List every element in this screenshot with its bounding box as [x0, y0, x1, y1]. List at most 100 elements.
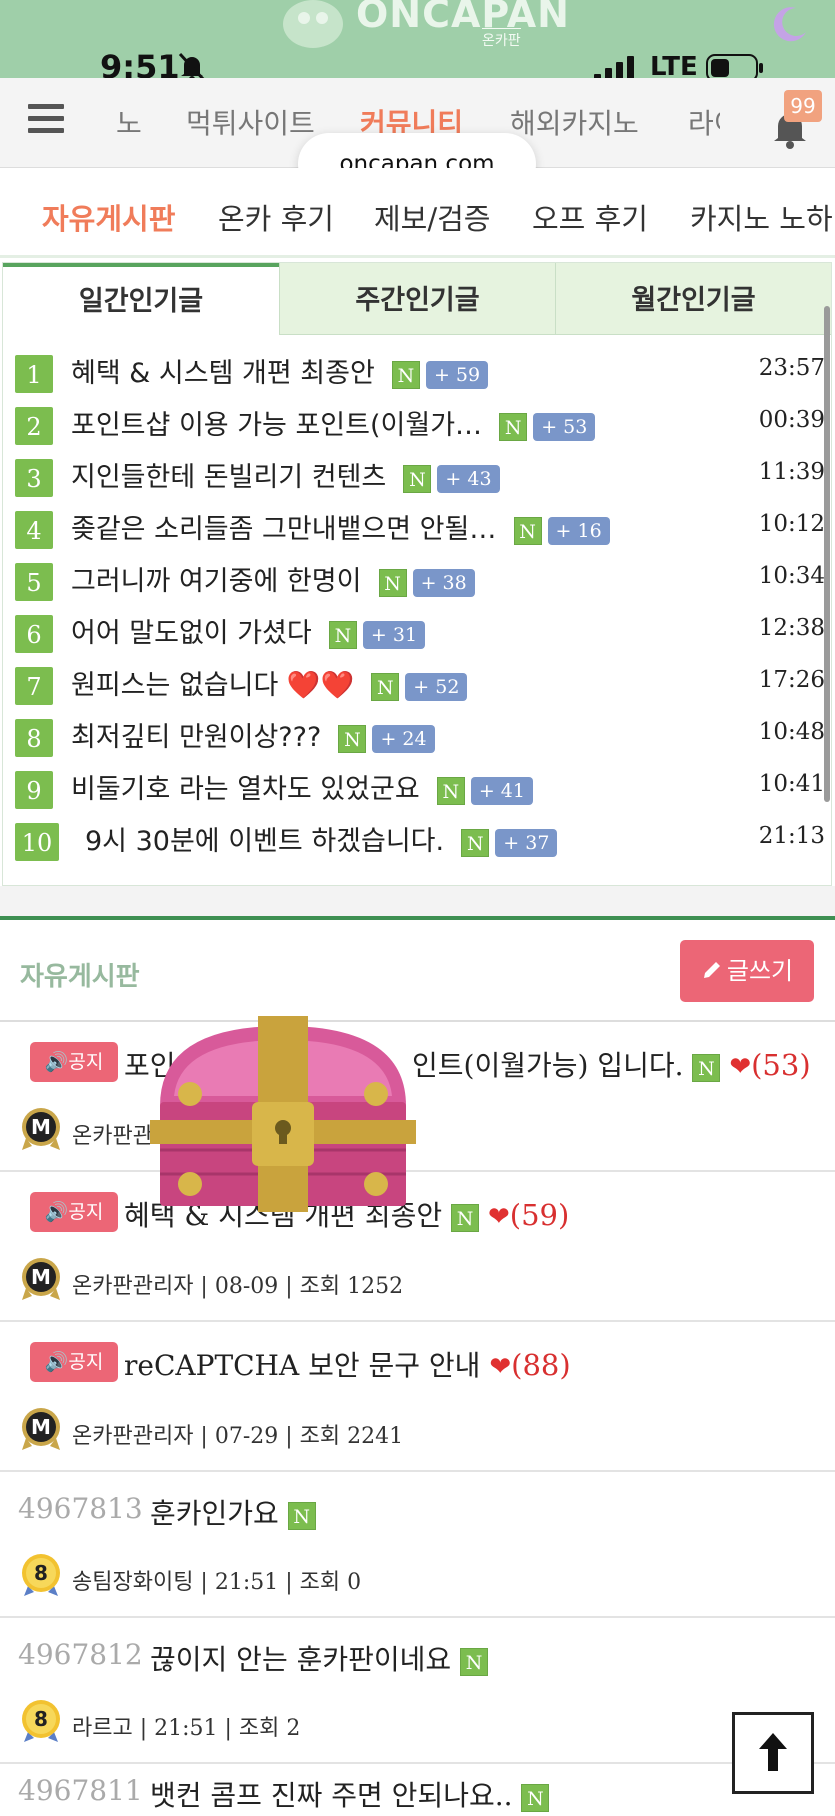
post-id: 4967811 [18, 1774, 143, 1807]
post-title-rest: 인트(이월가능) 입니다. N ❤(53) [412, 1048, 811, 1082]
moon-icon[interactable] [770, 4, 810, 44]
tab-daily-popular[interactable]: 일간인기글 [3, 263, 279, 335]
rank-badge: 10 [15, 823, 59, 861]
list-post[interactable]: 4967813 훈카인가요 N 8 송팀장화이팅 | 21:51 | 조회 0 [0, 1472, 835, 1618]
new-badge: N [391, 360, 420, 389]
comment-count-badge: + 16 [547, 516, 610, 545]
subnav-off-review[interactable]: 오프 후기 [532, 196, 648, 238]
popular-item[interactable]: 3 지인들한테 돈빌리기 컨텐츠 N + 43 11:39 [13, 451, 825, 503]
new-badge: N [460, 1647, 489, 1676]
new-badge: N [461, 828, 490, 857]
admin-avatar: M [22, 1258, 60, 1300]
rank-badge: 9 [15, 771, 53, 809]
new-badge: N [521, 1783, 550, 1812]
tab-weekly-popular[interactable]: 주간인기글 [279, 263, 555, 335]
notice-badge: 🔊공지 [30, 1192, 118, 1232]
new-badge: N [328, 620, 357, 649]
new-badge: N [692, 1053, 721, 1082]
new-badge: N [436, 776, 465, 805]
post-meta: 라르고 | 21:51 | 조회 2 [72, 1716, 301, 1741]
arrow-up-icon [759, 1733, 787, 1771]
board-header: 자유게시판 글쓰기 [0, 916, 835, 1022]
sub-nav: 자유게시판 온카 후기 제보/검증 오프 후기 카지노 노하 [0, 168, 835, 258]
treasure-chest-icon[interactable] [150, 1016, 416, 1212]
popular-item[interactable]: 9 비둘기호 라는 열차도 있었군요 N + 41 10:41 [13, 763, 825, 815]
like-count: (59) [509, 1198, 570, 1232]
section-divider [0, 886, 835, 916]
popular-item-time: 10:34 [758, 563, 825, 589]
popular-item-title: 어어 말도없이 가셨다 N + 31 [71, 611, 426, 650]
nav-item-overseas-casino[interactable]: 해외카지노 [510, 102, 639, 142]
nav-item-scam-sites[interactable]: 먹튀사이트 [186, 102, 315, 142]
post-meta: 온카판관리자 | 08-09 | 조회 1252 [72, 1274, 404, 1299]
comment-count-badge: + 41 [470, 776, 533, 805]
comment-count-badge: + 43 [437, 464, 500, 493]
comment-count-badge: + 24 [372, 724, 435, 753]
write-button[interactable]: 글쓰기 [680, 940, 814, 1002]
subnav-casino-knowhow[interactable]: 카지노 노하 [690, 196, 833, 238]
new-badge: N [513, 516, 542, 545]
scroll-to-top-button[interactable] [732, 1712, 814, 1794]
popular-item[interactable]: 10 9시 30분에 이벤트 하겠습니다. N + 37 21:13 [13, 815, 825, 867]
nav-item-0[interactable]: 노 [116, 102, 142, 142]
list-post[interactable]: 4967811 뱃컨 콤프 진짜 주면 안되나요.. N [0, 1764, 835, 1816]
new-badge: N [451, 1203, 480, 1232]
list-post[interactable]: 4967812 끊이지 안는 훈카판이네요 N 8 라르고 | 21:51 | … [0, 1618, 835, 1764]
popular-item[interactable]: 1 혜택 & 시스템 개편 최종안 N + 59 23:57 [13, 347, 825, 399]
popular-item-time: 21:13 [758, 823, 825, 849]
popular-item-time: 10:48 [758, 719, 825, 745]
popular-item-title: 최저깊티 만원이상??? N + 24 [71, 715, 435, 754]
popular-item[interactable]: 5 그러니까 여기중에 한명이 N + 38 10:34 [13, 555, 825, 607]
post-meta: 온카판관리자 | 07-29 | 조회 2241 [72, 1424, 404, 1449]
post-title: 끊이지 안는 훈카판이네요 N [150, 1638, 489, 1678]
tab-monthly-popular[interactable]: 월간인기글 [555, 263, 831, 335]
comment-count-badge: + 59 [425, 360, 489, 389]
subnav-report-verify[interactable]: 제보/검증 [374, 196, 491, 238]
popular-posts-box: 일간인기글 주간인기글 월간인기글 1 혜택 & 시스템 개편 최종안 N + 5… [2, 262, 832, 886]
svg-text:8: 8 [34, 1707, 48, 1731]
popular-item-title: 9시 30분에 이벤트 하겠습니다. N + 37 [85, 819, 558, 858]
notice-post[interactable]: 🔊공지 포인 인트(이월가능) 입니다. N ❤(53) M 온카판관리 [0, 1022, 835, 1172]
popular-item-title: 비둘기호 라는 열차도 있었군요 N + 41 [71, 767, 533, 806]
popular-item[interactable]: 8 최저깊티 만원이상??? N + 24 10:48 [13, 711, 825, 763]
heart-icon: ❤ [729, 1052, 752, 1082]
rank-badge: 3 [15, 459, 53, 497]
svg-text:M: M [31, 1415, 51, 1439]
popular-item[interactable]: 6 어어 말도없이 가셨다 N + 31 12:38 [13, 607, 825, 659]
admin-avatar: M [22, 1408, 60, 1450]
popular-item-time: 17:26 [758, 667, 825, 693]
level-avatar: 8 [22, 1554, 60, 1596]
popular-tabs: 일간인기글 주간인기글 월간인기글 [3, 263, 831, 335]
rank-badge: 4 [15, 511, 53, 549]
popular-item-title: 좆같은 소리들좀 그만내뱉으면 안될… N + 16 [71, 507, 610, 546]
popular-item[interactable]: 2 포인트샵 이용 가능 포인트(이월가… N + 53 00:39 [13, 399, 825, 451]
like-count: (53) [751, 1048, 811, 1082]
comment-count-badge: + 53 [533, 412, 596, 441]
notice-post[interactable]: 🔊공지 혜택 & 시스템 개편 최종안 N ❤(59) M 온카판관리자 | 0… [0, 1172, 835, 1322]
mascot-icon [283, 0, 343, 48]
comment-count-badge: + 31 [362, 620, 426, 649]
popular-item[interactable]: 4 좆같은 소리들좀 그만내뱉으면 안될… N + 16 10:12 [13, 503, 825, 555]
menu-icon[interactable] [28, 104, 64, 138]
rank-badge: 7 [15, 667, 53, 705]
rank-badge: 8 [15, 719, 53, 757]
heart-icon: ❤ [487, 1202, 510, 1232]
subnav-free-board[interactable]: 자유게시판 [42, 196, 175, 238]
popular-item[interactable]: 7 원피스는 없습니다 ❤️❤️ N + 52 17:26 [13, 659, 825, 711]
subnav-onca-review[interactable]: 온카 후기 [218, 196, 334, 238]
popular-item-title: 혜택 & 시스템 개편 최종안 N + 59 [71, 351, 489, 390]
popular-item-title: 그러니까 여기중에 한명이 N + 38 [71, 559, 475, 598]
popular-item-time: 10:41 [758, 771, 825, 797]
scrollbar[interactable] [824, 306, 830, 802]
notice-post[interactable]: 🔊공지 reCAPTCHA 보안 문구 안내 ❤(88) M 온카판관리자 | … [0, 1322, 835, 1472]
nav-item-live[interactable]: 라이 [688, 102, 720, 142]
pencil-icon [703, 962, 720, 978]
new-badge: N [378, 568, 407, 597]
rank-badge: 5 [15, 563, 53, 601]
post-id: 4967812 [18, 1638, 143, 1671]
post-title: 뱃컨 콤프 진짜 주면 안되나요.. N [150, 1774, 550, 1814]
popular-item-title: 포인트샵 이용 가능 포인트(이월가… N + 53 [71, 403, 596, 442]
like-count: (88) [511, 1348, 571, 1382]
new-badge: N [338, 724, 367, 753]
popular-item-time: 10:12 [758, 511, 825, 537]
